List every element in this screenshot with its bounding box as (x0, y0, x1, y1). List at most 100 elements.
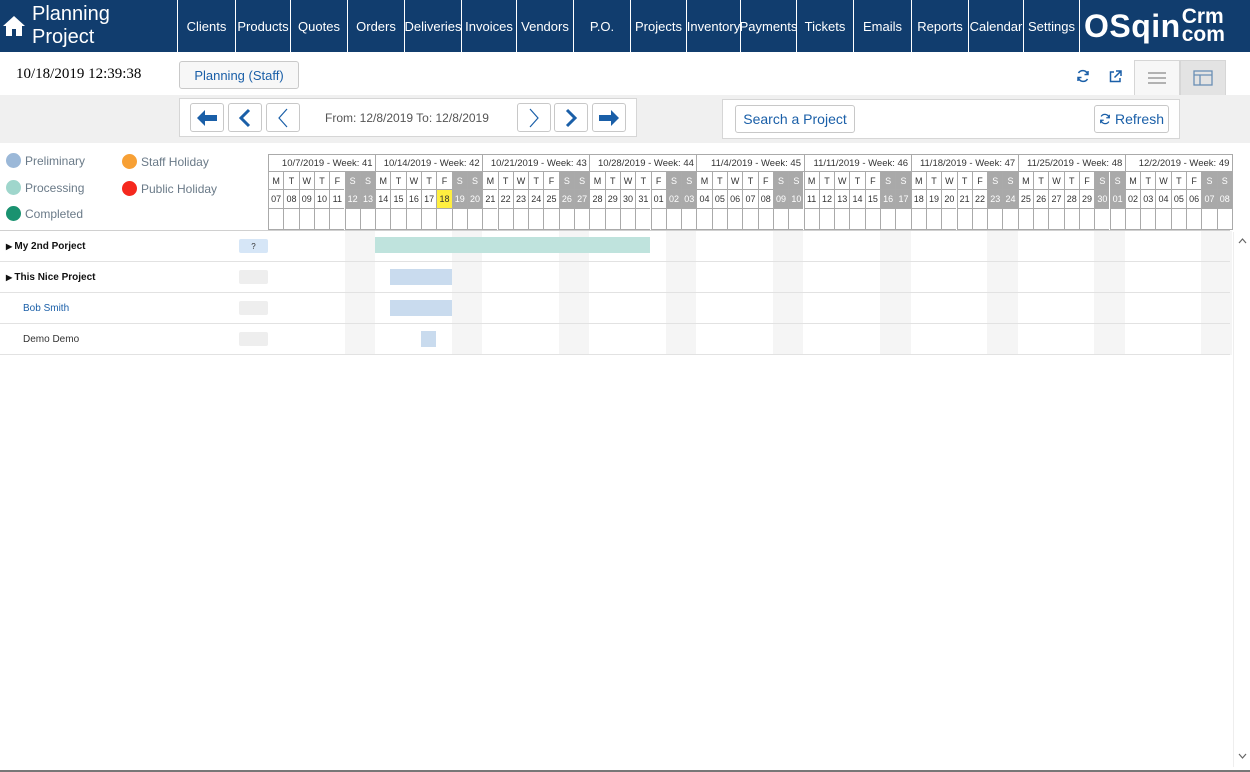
day-number[interactable]: 08 (1216, 190, 1232, 209)
day-number[interactable]: 15 (390, 190, 406, 209)
nav-projects[interactable]: Projects (631, 0, 687, 52)
day-number[interactable]: 24 (528, 190, 544, 209)
day-number[interactable]: 28 (1063, 190, 1079, 209)
next-button[interactable] (554, 103, 588, 132)
day-number[interactable]: 14 (849, 190, 865, 209)
search-project-button[interactable]: Search a Project (735, 105, 855, 133)
day-number[interactable]: 28 (589, 190, 605, 209)
nav-invoices[interactable]: Invoices (462, 0, 517, 52)
day-number[interactable]: 14 (375, 190, 391, 209)
day-number[interactable]: 22 (971, 190, 988, 209)
day-number[interactable]: 22 (497, 190, 513, 209)
nav-emails[interactable]: Emails (854, 0, 912, 52)
row-label[interactable]: Bob Smith (23, 303, 69, 314)
day-number[interactable]: 03 (681, 190, 697, 209)
external-link-icon[interactable] (1106, 67, 1124, 85)
day-number[interactable]: 16 (880, 190, 896, 209)
day-number[interactable]: 17 (895, 190, 911, 209)
refresh-button[interactable]: Refresh (1094, 105, 1169, 133)
gantt-row[interactable]: ▶ This Nice Project (0, 262, 1230, 293)
day-number[interactable]: 20 (466, 190, 483, 209)
day-number[interactable]: 21 (482, 190, 498, 209)
day-number[interactable]: 04 (696, 190, 712, 209)
day-number[interactable]: 20 (941, 190, 957, 209)
gantt-view-tab[interactable] (1180, 60, 1226, 95)
vertical-scrollbar[interactable] (1233, 232, 1250, 767)
gantt-row[interactable]: Bob Smith (0, 293, 1230, 324)
day-number[interactable]: 25 (543, 190, 559, 209)
task-bar[interactable] (390, 269, 452, 285)
day-number[interactable]: 13 (834, 190, 850, 209)
next-step-button[interactable] (517, 103, 551, 132)
gantt-row[interactable]: Demo Demo (0, 324, 1230, 355)
day-number[interactable]: 03 (1140, 190, 1156, 209)
row-status-flag[interactable]: ? (239, 239, 268, 253)
task-bar[interactable] (421, 331, 437, 347)
today-cell[interactable]: 18 (436, 190, 452, 209)
day-number[interactable]: 02 (665, 190, 682, 209)
day-number[interactable]: 25 (1017, 190, 1033, 209)
nav-payments[interactable]: Payments (740, 0, 797, 52)
nav-vendors[interactable]: Vendors (517, 0, 574, 52)
task-bar[interactable] (375, 237, 651, 253)
previous-step-button[interactable] (266, 103, 300, 132)
nav-orders[interactable]: Orders (348, 0, 405, 52)
last-page-button[interactable] (592, 103, 626, 132)
day-number[interactable]: 30 (619, 190, 636, 209)
nav-deliveries[interactable]: Deliveries (404, 0, 462, 52)
day-number[interactable]: 18 (910, 190, 926, 209)
sync-icon[interactable] (1074, 67, 1092, 85)
row-status-flag[interactable] (239, 301, 268, 315)
day-number[interactable]: 26 (1033, 190, 1049, 209)
day-number[interactable]: 01 (650, 190, 666, 209)
first-page-button[interactable] (190, 103, 224, 132)
previous-button[interactable] (228, 103, 262, 132)
day-number[interactable]: 07 (268, 190, 284, 209)
day-number[interactable]: 02 (1124, 190, 1141, 209)
day-number[interactable]: 04 (1155, 190, 1171, 209)
day-number[interactable]: 16 (405, 190, 421, 209)
nav-settings[interactable]: Settings (1024, 0, 1080, 52)
day-number[interactable]: 29 (1078, 190, 1095, 209)
day-number[interactable]: 27 (574, 190, 590, 209)
day-number[interactable]: 31 (635, 190, 651, 209)
day-number[interactable]: 09 (298, 190, 314, 209)
day-number[interactable]: 29 (604, 190, 620, 209)
nav-clients[interactable]: Clients (178, 0, 236, 52)
day-number[interactable]: 05 (1170, 190, 1186, 209)
day-number[interactable]: 09 (772, 190, 789, 209)
day-number[interactable]: 12 (344, 190, 360, 209)
scroll-up-icon[interactable] (1234, 234, 1250, 248)
day-number[interactable]: 11 (803, 190, 819, 209)
list-view-tab[interactable] (1134, 60, 1180, 95)
day-number[interactable]: 05 (711, 190, 727, 209)
day-number[interactable]: 12 (818, 190, 835, 209)
nav-quotes[interactable]: Quotes (291, 0, 348, 52)
day-number[interactable]: 19 (925, 190, 942, 209)
day-number[interactable]: 23 (512, 190, 529, 209)
day-number[interactable]: 23 (987, 190, 1003, 209)
task-bar[interactable] (390, 300, 452, 316)
day-number[interactable]: 19 (451, 190, 467, 209)
nav-calendar[interactable]: Calendar (969, 0, 1024, 52)
day-number[interactable]: 13 (359, 190, 376, 209)
day-number[interactable]: 11 (329, 190, 345, 209)
day-number[interactable]: 27 (1048, 190, 1064, 209)
nav-reports[interactable]: Reports (912, 0, 969, 52)
nav-inventory[interactable]: Inventory (687, 0, 741, 52)
day-number[interactable]: 10 (788, 190, 804, 209)
row-status-flag[interactable] (239, 270, 268, 284)
day-number[interactable]: 17 (421, 190, 437, 209)
row-status-flag[interactable] (239, 332, 268, 346)
day-number[interactable]: 07 (742, 190, 758, 209)
gantt-row[interactable]: ▶ My 2nd Porject? (0, 231, 1230, 262)
day-number[interactable]: 06 (727, 190, 743, 209)
planning-staff-button[interactable]: Planning (Staff) (179, 61, 299, 89)
home-icon[interactable] (0, 0, 28, 52)
day-number[interactable]: 01 (1109, 190, 1125, 209)
day-number[interactable]: 07 (1201, 190, 1217, 209)
day-number[interactable]: 08 (283, 190, 299, 209)
day-number[interactable]: 21 (956, 190, 972, 209)
day-number[interactable]: 30 (1094, 190, 1110, 209)
day-number[interactable]: 24 (1002, 190, 1018, 209)
